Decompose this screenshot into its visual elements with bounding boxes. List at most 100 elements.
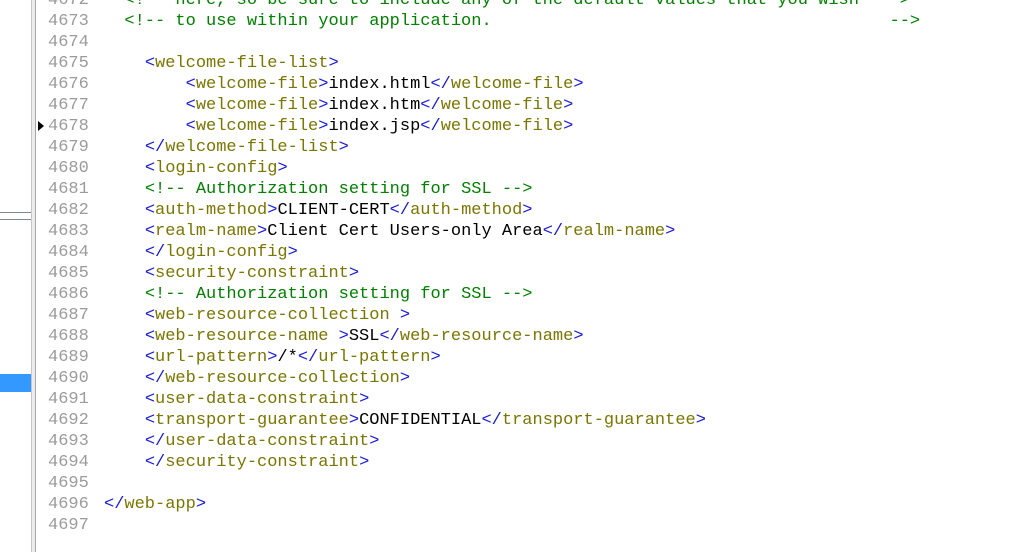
- side-panel[interactable]: [0, 0, 31, 552]
- code-text[interactable]: <web-resource-name >SSL</web-resource-na…: [104, 326, 584, 347]
- code-text[interactable]: <!-- here, so be sure to include any of …: [104, 0, 910, 11]
- line-number: 4675: [48, 54, 89, 73]
- code-line-4697[interactable]: 4697: [36, 515, 1029, 536]
- code-line-4688[interactable]: 4688 <web-resource-name >SSL</web-resour…: [36, 326, 1029, 347]
- line-number: 4682: [48, 201, 89, 220]
- code-line-4691[interactable]: 4691 <user-data-constraint>: [36, 389, 1029, 410]
- code-line-4684[interactable]: 4684 </login-config>: [36, 242, 1029, 263]
- code-line-4681[interactable]: 4681 <!-- Authorization setting for SSL …: [36, 179, 1029, 200]
- code-line-4680[interactable]: 4680 <login-config>: [36, 158, 1029, 179]
- code-line-4674[interactable]: 4674: [36, 32, 1029, 53]
- xml-tag-name: welcome-file: [195, 96, 319, 115]
- code-line-4676[interactable]: 4676 <welcome-file>index.html</welcome-f…: [36, 74, 1029, 95]
- xml-bracket: <: [144, 411, 156, 430]
- xml-tag-name: transport-guarantee: [501, 411, 696, 430]
- code-line-4692[interactable]: 4692 <transport-guarantee>CONFIDENTIAL</…: [36, 410, 1029, 431]
- xml-bracket: >: [369, 432, 380, 451]
- xml-bracket: >: [573, 327, 584, 346]
- code-text[interactable]: <welcome-file>index.htm</welcome-file>: [104, 95, 574, 116]
- line-number: 4674: [48, 33, 89, 52]
- xml-bracket: >: [267, 201, 278, 220]
- line-number: 4689: [48, 348, 89, 367]
- xml-comment: <!-- here, so be sure to include any of …: [124, 0, 910, 10]
- line-number: 4673: [48, 12, 89, 31]
- code-text[interactable]: <!-- Authorization setting for SSL -->: [104, 179, 533, 200]
- xml-tag-name: transport-guarantee: [155, 411, 349, 430]
- xml-bracket: <: [185, 96, 196, 115]
- code-line-4682[interactable]: 4682 <auth-method>CLIENT-CERT</auth-meth…: [36, 200, 1029, 221]
- code-text[interactable]: </web-app>: [104, 494, 206, 515]
- code-text[interactable]: <user-data-constraint>: [104, 389, 369, 410]
- code-text[interactable]: <welcome-file-list>: [104, 53, 339, 74]
- line-number: 4679: [48, 138, 89, 157]
- xml-text: index.htm: [328, 96, 421, 115]
- xml-bracket: >: [195, 495, 207, 514]
- xml-bracket: </: [420, 96, 441, 115]
- xml-bracket: <: [144, 54, 156, 73]
- xml-bracket: >: [348, 264, 360, 283]
- code-text[interactable]: <login-config>: [104, 158, 288, 179]
- code-line-4687[interactable]: 4687 <web-resource-collection >: [36, 305, 1029, 326]
- code-text[interactable]: </welcome-file-list>: [104, 137, 349, 158]
- code-line-4696[interactable]: 4696 </web-app>: [36, 494, 1029, 515]
- code-line-4690[interactable]: 4690 </web-resource-collection>: [36, 368, 1029, 389]
- code-text[interactable]: </security-constraint>: [104, 452, 369, 473]
- code-line-4694[interactable]: 4694 </security-constraint>: [36, 452, 1029, 473]
- code-text[interactable]: <url-pattern>/*</url-pattern>: [104, 347, 441, 368]
- xml-tag-name: web-resource-collection: [165, 369, 400, 388]
- xml-tag-name: auth-method: [155, 201, 268, 220]
- code-line-4686[interactable]: 4686 <!-- Authorization setting for SSL …: [36, 284, 1029, 305]
- xml-tag-name: welcome-file: [440, 96, 564, 115]
- code-text[interactable]: <welcome-file>index.html</welcome-file>: [104, 74, 584, 95]
- code-text[interactable]: <transport-guarantee>CONFIDENTIAL</trans…: [104, 410, 706, 431]
- code-line-4675[interactable]: 4675 <welcome-file-list>: [36, 53, 1029, 74]
- xml-text: index.jsp: [328, 117, 421, 136]
- xml-bracket: >: [338, 138, 349, 157]
- line-number: 4681: [48, 180, 89, 199]
- xml-tag-name: user-data-constraint: [165, 432, 370, 451]
- panel-selection-highlight[interactable]: [0, 374, 31, 392]
- xml-tag-name: user-data-constraint: [155, 390, 360, 409]
- xml-tag-name: web-app: [124, 495, 196, 514]
- code-line-4678[interactable]: 4678 <welcome-file>index.jsp</welcome-fi…: [36, 116, 1029, 137]
- code-text[interactable]: </user-data-constraint>: [104, 431, 380, 452]
- line-number: 4676: [48, 75, 89, 94]
- line-number: 4690: [48, 369, 89, 388]
- code-line-4693[interactable]: 4693 </user-data-constraint>: [36, 431, 1029, 452]
- code-text[interactable]: <!-- to use within your application. -->: [104, 11, 920, 32]
- xml-tag-name: realm-name: [155, 222, 258, 241]
- xml-bracket: <: [144, 306, 156, 325]
- code-line-4685[interactable]: 4685 <security-constraint>: [36, 263, 1029, 284]
- code-text[interactable]: <!-- Authorization setting for SSL -->: [104, 284, 533, 305]
- code-line-4672[interactable]: 4672 <!-- here, so be sure to include an…: [36, 0, 1029, 11]
- code-line-4677[interactable]: 4677 <welcome-file>index.htm</welcome-fi…: [36, 95, 1029, 116]
- xml-bracket: <: [185, 117, 196, 136]
- xml-text: SSL: [348, 327, 380, 346]
- current-line-marker-icon: [38, 121, 44, 131]
- code-line-4689[interactable]: 4689 <url-pattern>/*</url-pattern>: [36, 347, 1029, 368]
- code-text[interactable]: </login-config>: [104, 242, 298, 263]
- code-editor[interactable]: 4672 <!-- here, so be sure to include an…: [36, 0, 1029, 552]
- code-line-4679[interactable]: 4679 </welcome-file-list>: [36, 137, 1029, 158]
- code-text[interactable]: <welcome-file>index.jsp</welcome-file>: [104, 116, 574, 137]
- code-text[interactable]: <web-resource-collection >: [104, 305, 410, 326]
- xml-tag-name: auth-method: [410, 201, 523, 220]
- xml-tag-name: login-config: [155, 159, 278, 178]
- code-line-4673[interactable]: 4673 <!-- to use within your application…: [36, 11, 1029, 32]
- code-line-4695[interactable]: 4695: [36, 473, 1029, 494]
- line-number: 4691: [48, 390, 89, 409]
- line-number: 4684: [48, 243, 89, 262]
- xml-bracket: <: [144, 222, 156, 241]
- code-text[interactable]: <auth-method>CLIENT-CERT</auth-method>: [104, 200, 533, 221]
- line-number: 4697: [48, 516, 89, 535]
- code-text[interactable]: </web-resource-collection>: [104, 368, 410, 389]
- code-line-4683[interactable]: 4683 <realm-name>Client Cert Users-only …: [36, 221, 1029, 242]
- code-text[interactable]: <security-constraint>: [104, 263, 359, 284]
- code-text[interactable]: <realm-name>Client Cert Users-only Area<…: [104, 221, 676, 242]
